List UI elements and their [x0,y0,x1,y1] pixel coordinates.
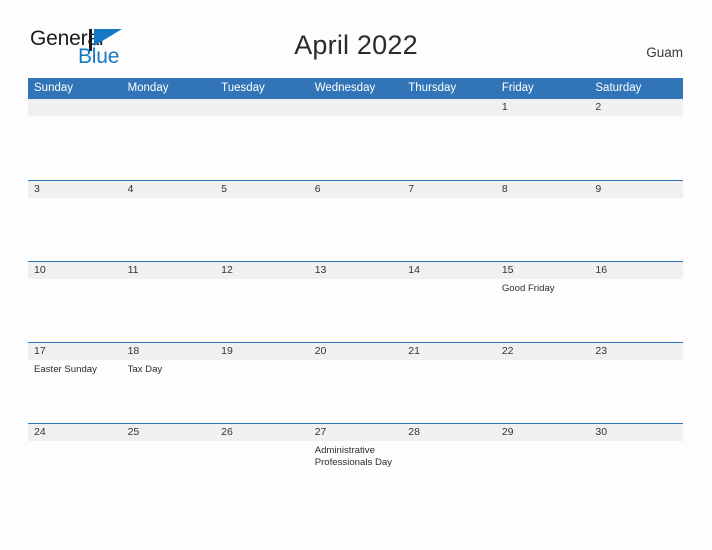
day-number: 21 [402,342,496,360]
calendar-empty-cell [308,99,403,180]
day-number: 24 [28,423,122,441]
calendar-week-row: 3456789 [28,179,683,261]
calendar-empty-cell [121,99,216,180]
day-number: 22 [495,342,590,360]
calendar-day-cell[interactable]: 12 [215,260,309,342]
calendar-day-cell[interactable]: 22 [495,341,590,423]
event-label: Good Friday [501,282,555,294]
day-number: 20 [308,342,403,360]
day-number: 15 [495,261,590,279]
day-number: 1 [495,99,590,116]
day-number [215,99,309,116]
day-number: 25 [121,423,216,441]
calendar-day-cell[interactable]: 3 [28,179,122,261]
calendar-day-cell[interactable]: 26 [215,422,309,504]
calendar-empty-cell [28,99,122,180]
day-number: 8 [495,180,590,198]
day-number: 7 [402,180,496,198]
weekday-header-wednesday: Wednesday [308,78,403,99]
event-label: Tax Day [127,363,163,375]
calendar-day-cell[interactable]: 8 [495,179,590,261]
calendar-empty-cell [402,99,496,180]
calendar-day-cell[interactable]: 24 [28,422,122,504]
day-number: 2 [589,99,683,116]
weekday-header-saturday: Saturday [589,78,683,99]
calendar-day-cell[interactable]: 23 [589,341,683,423]
day-events: Good Friday [496,279,590,296]
calendar-day-cell[interactable]: 13 [308,260,403,342]
weekday-header-monday: Monday [121,78,216,99]
calendar-week-row: 12 [28,99,683,180]
day-number: 17 [28,342,122,360]
day-number: 6 [308,180,403,198]
day-number: 18 [121,342,216,360]
day-number: 29 [495,423,590,441]
event-label: Easter Sunday [34,363,97,375]
calendar-day-cell[interactable]: 11 [121,260,216,342]
day-number: 27 [308,423,403,441]
event-label: Administrative Professionals Day [314,444,393,469]
calendar-day-cell[interactable]: 21 [402,341,496,423]
calendar-day-cell[interactable]: 7 [402,179,496,261]
weekday-header-friday: Friday [495,78,590,99]
day-events: Easter Sunday [28,360,122,377]
calendar-day-cell[interactable]: 18 Tax Day [121,341,216,423]
calendar-day-cell[interactable]: 30 [589,422,683,504]
calendar-day-cell[interactable]: 20 [308,341,403,423]
calendar-week-row: 10 11 12 13 14 15 Good Friday 16 [28,260,683,342]
calendar-day-cell[interactable]: 17 Easter Sunday [28,341,122,423]
calendar-day-cell[interactable]: 19 [215,341,309,423]
calendar-day-cell[interactable]: 9 [589,179,683,261]
day-number: 23 [589,342,683,360]
page-title: April 2022 [294,30,418,60]
weekday-header-thursday: Thursday [402,78,496,99]
day-number: 4 [121,180,216,198]
day-number: 11 [121,261,216,279]
day-number [402,99,496,116]
calendar-day-cell[interactable]: 14 [402,260,496,342]
day-number: 5 [215,180,309,198]
calendar-day-cell[interactable]: 29 [495,422,590,504]
calendar-table: Sunday Monday Tuesday Wednesday Thursday… [28,78,683,504]
calendar-day-cell[interactable]: 2 [589,99,683,180]
calendar-day-cell[interactable]: 10 [28,260,122,342]
day-events: Administrative Professionals Day [309,441,403,470]
weekday-header-sunday: Sunday [28,78,122,99]
location-label: Guam [646,45,683,60]
calendar-week-row: 17 Easter Sunday 18 Tax Day 19 20 21 22 23 [28,341,683,423]
day-number: 26 [215,423,309,441]
calendar-empty-cell [215,99,309,180]
day-number: 12 [215,261,309,279]
day-events: Tax Day [122,360,216,377]
calendar-day-cell[interactable]: 5 [215,179,309,261]
day-number: 14 [402,261,496,279]
day-number: 19 [215,342,309,360]
calendar-day-cell[interactable]: 6 [308,179,403,261]
calendar-week-row: 24 25 26 27 Administrative Professionals Day… [28,422,683,504]
calendar-day-cell[interactable]: 4 [121,179,216,261]
day-number [28,99,122,116]
day-number [308,99,403,116]
day-number: 3 [28,180,122,198]
day-number [121,99,216,116]
calendar-day-cell[interactable]: 28 [402,422,496,504]
calendar-day-cell[interactable]: 25 [121,422,216,504]
calendar-body: 1 2 3 4 5 6 7 8 9 10 11 12 13 14 15 Good Friday 16 17 East… [28,99,683,504]
day-number: 28 [402,423,496,441]
calendar-day-cell[interactable]: 16 [589,260,683,342]
day-number: 9 [589,180,683,198]
calendar-day-cell[interactable]: 1 [495,99,590,180]
weekday-header-tuesday: Tuesday [215,78,309,99]
calendar-day-cell[interactable]: 15 Good Friday [495,260,590,342]
calendar-header-row: Sunday Monday Tuesday Wednesday Thursday… [28,78,683,99]
day-number: 13 [308,261,403,279]
day-number: 16 [589,261,683,279]
calendar-day-cell[interactable]: 27 Administrative Professionals Day [308,422,403,504]
page-header: General Blue April 2022 Guam [0,0,712,76]
day-number: 10 [28,261,122,279]
day-number: 30 [589,423,683,441]
